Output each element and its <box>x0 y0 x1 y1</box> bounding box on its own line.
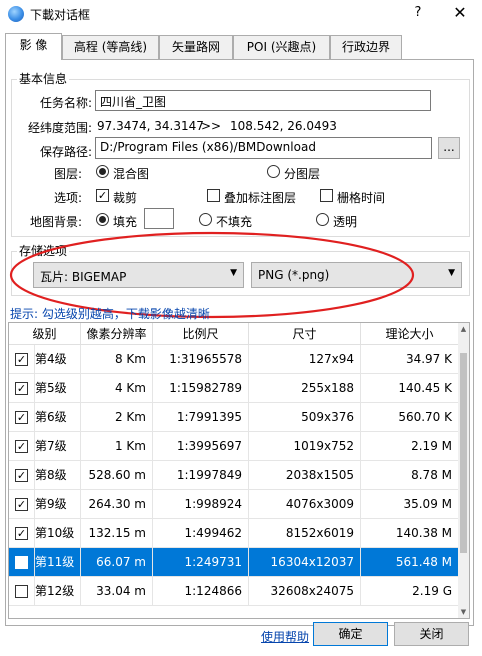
cell-scale: 1:3995697 <box>153 432 249 461</box>
checkbox-cell <box>9 519 35 548</box>
hint-link[interactable]: 提示: 勾选级别越高，下载影像越清晰 <box>10 305 210 322</box>
close-button[interactable]: 关闭 <box>394 622 469 646</box>
cell-est: 2.19 M <box>361 432 459 461</box>
cell-scale: 1:31965578 <box>153 345 249 374</box>
cell-size: 32608x24075 <box>249 577 361 606</box>
table-row[interactable]: ✓ 第10级 132.15 m 1:499462 8152x6019 140.38 M <box>9 519 459 548</box>
ok-button[interactable]: 确定 <box>313 622 388 646</box>
table-header: 级别 像素分辨率 比例尺 尺寸 理论大小 <box>9 323 459 345</box>
level-table: 级别 像素分辨率 比例尺 尺寸 理论大小 ✓ 第4级 8 Km 1:31965578 1… <box>8 322 470 619</box>
checkbox-cell <box>9 403 35 432</box>
cell-level: 第9级 <box>35 490 81 519</box>
cell-size: 127x94 <box>249 345 361 374</box>
table-row[interactable]: ✓ 第7级 1 Km 1:3995697 1019x752 2.19 M <box>9 432 459 461</box>
table-row[interactable]: 第11级 66.07 m 1:249731 16304x12037 561.48 M <box>9 548 459 577</box>
cell-res: 8 Km <box>81 345 153 374</box>
cell-scale: 1:249731 <box>153 548 249 577</box>
table-row[interactable]: 第12级 33.04 m 1:124866 32608x24075 2.19 G <box>9 577 459 606</box>
cell-res: 1 Km <box>81 432 153 461</box>
cell-res: 66.07 m <box>81 548 153 577</box>
cell-res: 528.60 m <box>81 461 153 490</box>
tab-imagery[interactable]: 影 像 <box>5 33 62 60</box>
help-link[interactable]: 使用帮助 <box>261 628 309 645</box>
col-scale[interactable]: 比例尺 <box>153 323 249 345</box>
scroll-down-icon[interactable]: ▼ <box>458 606 469 618</box>
cell-res: 264.30 m <box>81 490 153 519</box>
col-resolution[interactable]: 像素分辨率 <box>81 323 153 345</box>
checkbox-cell <box>9 490 35 519</box>
scroll-up-icon[interactable]: ▲ <box>458 323 469 335</box>
col-size[interactable]: 尺寸 <box>249 323 361 345</box>
cell-level: 第11级 <box>35 548 81 577</box>
cell-scale: 1:998924 <box>153 490 249 519</box>
cell-est: 35.09 M <box>361 490 459 519</box>
cell-est: 34.97 K <box>361 345 459 374</box>
cell-size: 4076x3009 <box>249 490 361 519</box>
cell-level: 第7级 <box>35 432 81 461</box>
cell-level: 第12级 <box>35 577 81 606</box>
cell-res: 4 Km <box>81 374 153 403</box>
table-row[interactable]: ✓ 第9级 264.30 m 1:998924 4076x3009 35.09 M <box>9 490 459 519</box>
table-row[interactable]: ✓ 第5级 4 Km 1:15982789 255x188 140.45 K <box>9 374 459 403</box>
cell-level: 第8级 <box>35 461 81 490</box>
cell-scale: 1:124866 <box>153 577 249 606</box>
cell-level: 第4级 <box>35 345 81 374</box>
cell-est: 560.70 K <box>361 403 459 432</box>
cell-est: 2.19 G <box>361 577 459 606</box>
scroll-thumb[interactable] <box>460 353 467 553</box>
checkbox-cell <box>9 345 35 374</box>
checkbox-cell <box>9 548 35 577</box>
cell-size: 509x376 <box>249 403 361 432</box>
cell-est: 561.48 M <box>361 548 459 577</box>
cell-size: 1019x752 <box>249 432 361 461</box>
cell-res: 2 Km <box>81 403 153 432</box>
cell-res: 132.15 m <box>81 519 153 548</box>
col-estimated-size[interactable]: 理论大小 <box>361 323 459 345</box>
checkbox-cell <box>9 461 35 490</box>
cell-level: 第6级 <box>35 403 81 432</box>
cell-level: 第10级 <box>35 519 81 548</box>
cell-scale: 1:15982789 <box>153 374 249 403</box>
cell-size: 16304x12037 <box>249 548 361 577</box>
cell-est: 8.78 M <box>361 461 459 490</box>
cell-size: 8152x6019 <box>249 519 361 548</box>
table-row[interactable]: ✓ 第8级 528.60 m 1:1997849 2038x1505 8.78 M <box>9 461 459 490</box>
cell-size: 2038x1505 <box>249 461 361 490</box>
col-level[interactable]: 级别 <box>9 323 81 345</box>
cell-scale: 1:7991395 <box>153 403 249 432</box>
cell-size: 255x188 <box>249 374 361 403</box>
checkbox-cell <box>9 577 35 606</box>
cell-scale: 1:499462 <box>153 519 249 548</box>
cell-res: 33.04 m <box>81 577 153 606</box>
cell-scale: 1:1997849 <box>153 461 249 490</box>
vertical-scrollbar[interactable]: ▲ ▼ <box>458 323 469 618</box>
table-row[interactable]: ✓ 第4级 8 Km 1:31965578 127x94 34.97 K <box>9 345 459 374</box>
checkbox-cell <box>9 374 35 403</box>
cell-est: 140.45 K <box>361 374 459 403</box>
cell-est: 140.38 M <box>361 519 459 548</box>
checkbox-cell <box>9 432 35 461</box>
table-row[interactable]: ✓ 第6级 2 Km 1:7991395 509x376 560.70 K <box>9 403 459 432</box>
cell-level: 第5级 <box>35 374 81 403</box>
